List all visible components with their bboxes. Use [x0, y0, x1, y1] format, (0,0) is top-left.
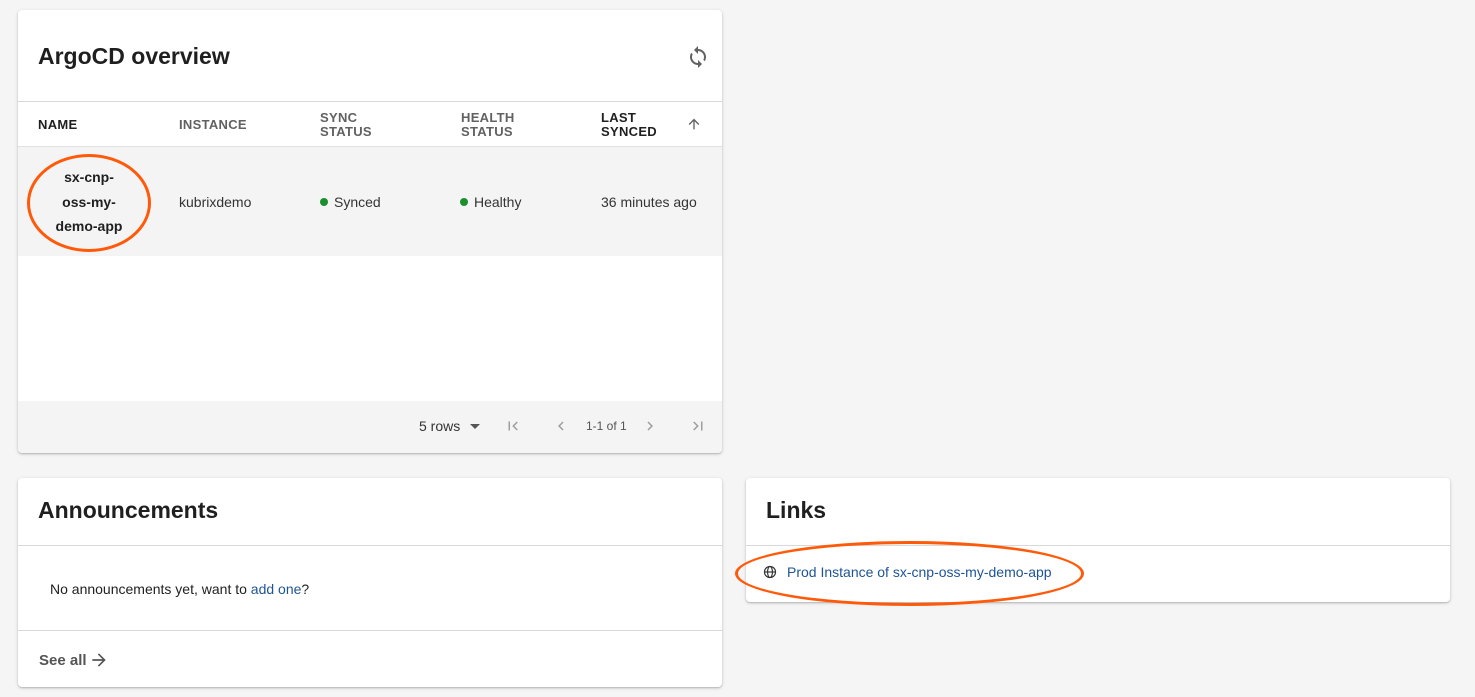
see-all-link[interactable]: See all [39, 650, 109, 670]
rows-per-page-value: 5 rows [419, 418, 461, 434]
last-page-icon[interactable] [689, 417, 707, 435]
last-synced-cell: 36 minutes ago [601, 194, 697, 210]
sync-status-cell: Synced [320, 194, 381, 210]
previous-page-icon[interactable] [552, 417, 570, 435]
app-name-link[interactable]: sx-cnp- oss-my- demo-app [50, 165, 128, 239]
card-title: Announcements [38, 497, 219, 523]
table-pagination: 5 rows 1-1 of 1 [18, 401, 722, 453]
card-header: ArgoCD overview [18, 10, 722, 102]
globe-icon [763, 565, 777, 579]
empty-text: No announcements yet, want to [50, 581, 251, 597]
pagination-range: 1-1 of 1 [586, 419, 627, 433]
card-title: ArgoCD overview [38, 43, 230, 69]
app-name-part: oss-my- [62, 193, 116, 210]
column-header-label: HEALTH [461, 110, 515, 125]
column-header-label: SYNCED [601, 124, 657, 139]
announcements-card: Announcements No announcements yet, want… [18, 478, 722, 687]
see-all-label: See all [39, 651, 87, 669]
instance-cell: kubrixdemo [179, 194, 252, 210]
column-header-sync-status[interactable]: SYNC STATUS [320, 111, 372, 139]
table-header: NAME INSTANCE SYNC STATUS HEALTH STATUS … [18, 102, 722, 147]
rows-per-page-select[interactable]: 5 rows [419, 418, 481, 434]
column-header-health-status[interactable]: HEALTH STATUS [461, 111, 515, 139]
refresh-icon[interactable] [686, 45, 710, 69]
column-header-last-synced[interactable]: LAST SYNCED [601, 111, 657, 139]
sort-ascending-icon[interactable] [686, 116, 702, 132]
card-header: Links [746, 478, 1450, 546]
divider [18, 630, 722, 631]
trailing-text: ? [301, 581, 310, 597]
dropdown-caret-icon [470, 424, 481, 429]
column-header-label: STATUS [461, 124, 513, 139]
status-dot [320, 198, 328, 206]
column-header-label: STATUS [320, 124, 372, 139]
app-name-part: demo-app [55, 218, 123, 234]
column-header-instance[interactable]: INSTANCE [179, 118, 247, 132]
health-status-cell: Healthy [460, 194, 521, 210]
column-header-name[interactable]: NAME [38, 118, 77, 132]
next-page-icon[interactable] [641, 417, 659, 435]
health-status-text: Healthy [474, 194, 522, 210]
announcements-empty-message: No announcements yet, want to add one? [50, 581, 309, 597]
status-dot [460, 198, 468, 206]
link-label: Prod Instance of sx-cnp-oss-my-demo-app [787, 564, 1052, 580]
links-card: Links Prod Instance of sx-cnp-oss-my-dem… [746, 478, 1450, 602]
arrow-right-icon [91, 653, 106, 667]
app-name-part: sx-cnp- [64, 169, 114, 185]
add-announcement-link[interactable]: add one [251, 581, 302, 597]
column-header-label: SYNC [320, 110, 358, 125]
card-header: Announcements [18, 478, 722, 546]
sync-status-text: Synced [334, 194, 381, 210]
argocd-overview-card: ArgoCD overview NAME INSTANCE SYNC STATU… [18, 10, 722, 453]
link-item[interactable]: Prod Instance of sx-cnp-oss-my-demo-app [763, 564, 1052, 580]
column-header-label: LAST [601, 110, 637, 125]
table-row[interactable]: sx-cnp- oss-my- demo-app kubrixdemo Sync… [18, 147, 722, 256]
first-page-icon[interactable] [504, 417, 522, 435]
card-title: Links [766, 497, 827, 523]
